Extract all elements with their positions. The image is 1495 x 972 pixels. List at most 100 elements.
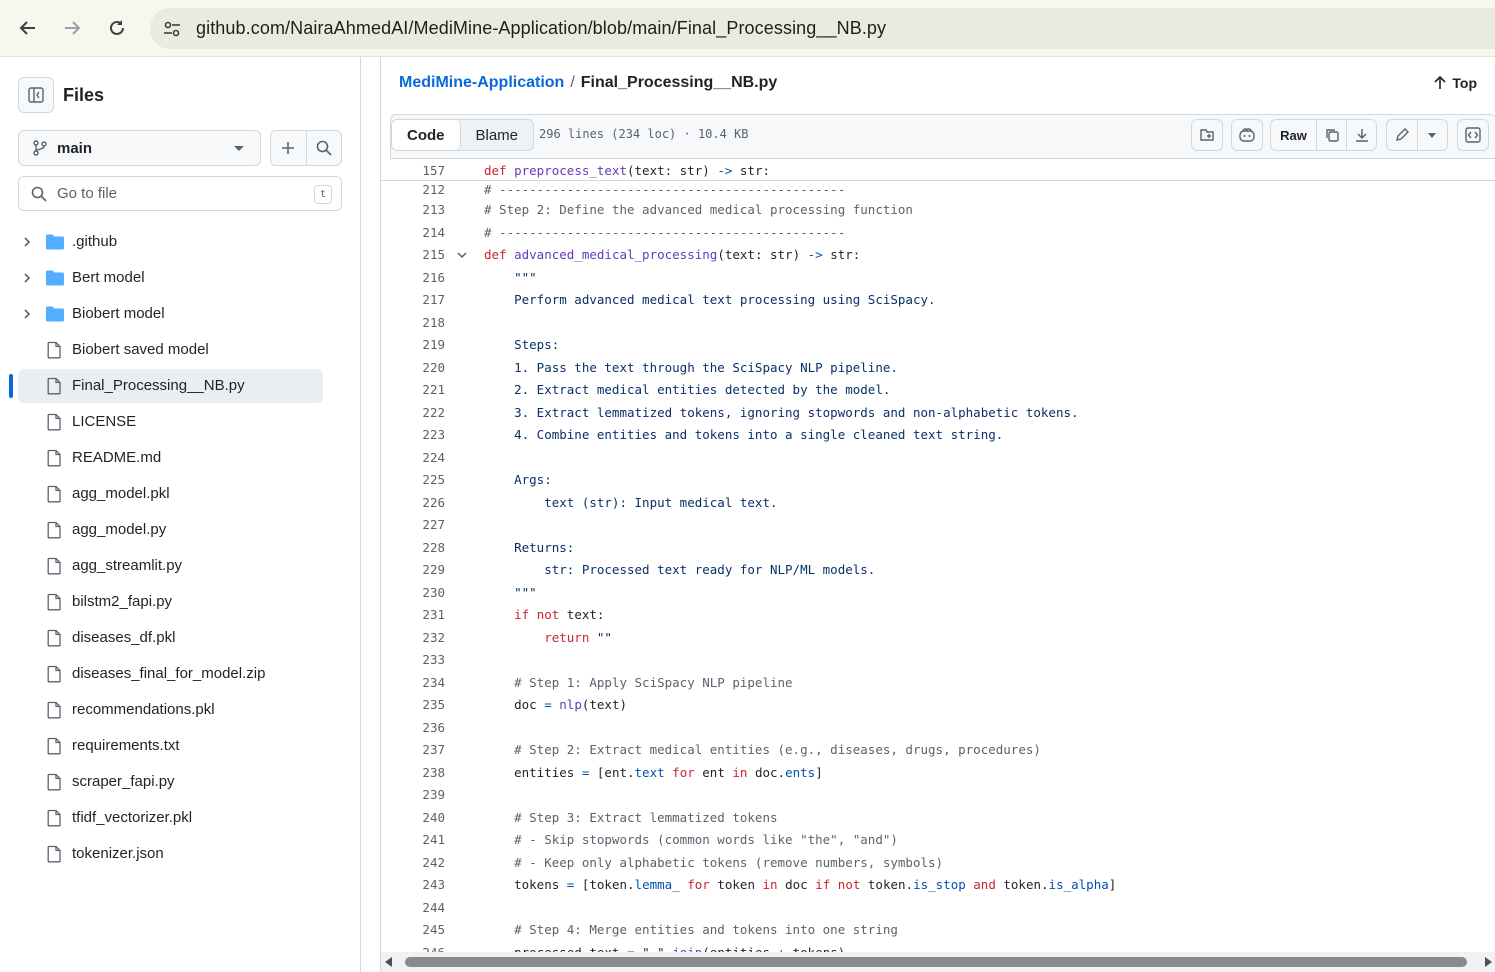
line-number[interactable]: 242	[385, 855, 445, 870]
line-number[interactable]: 238	[385, 765, 445, 780]
code-line: 216 """	[381, 267, 1495, 290]
address-bar[interactable]: github.com/NairaAhmedAI/MediMine-Applica…	[150, 8, 1495, 49]
line-number[interactable]: 230	[385, 585, 445, 600]
tree-file[interactable]: Biobert saved model	[0, 332, 360, 368]
line-number[interactable]: 233	[385, 652, 445, 667]
line-number[interactable]: 220	[385, 360, 445, 375]
line-number[interactable]: 237	[385, 742, 445, 757]
back-button[interactable]	[12, 12, 44, 44]
sticky-scope-header[interactable]: 157 def preprocess_text(text: str) -> str…	[381, 159, 1495, 181]
add-file-button[interactable]	[271, 131, 306, 165]
branch-selector[interactable]: main	[18, 130, 261, 166]
line-number[interactable]: 239	[385, 787, 445, 802]
line-number[interactable]: 225	[385, 472, 445, 487]
collapse-sidebar-button[interactable]	[18, 77, 54, 113]
symbols-panel-button[interactable]	[1457, 119, 1489, 151]
tree-file[interactable]: Final_Processing__NB.py	[0, 368, 360, 404]
tab-code[interactable]: Code	[392, 120, 461, 150]
line-number[interactable]: 229	[385, 562, 445, 577]
tree-file[interactable]: agg_streamlit.py	[0, 548, 360, 584]
tree-file[interactable]: tokenizer.json	[0, 836, 360, 872]
line-number[interactable]: 236	[385, 720, 445, 735]
code-token: # - Keep only alphabetic tokens (remove …	[484, 854, 944, 870]
line-number[interactable]: 213	[385, 202, 445, 217]
tree-file[interactable]: diseases_df.pkl	[0, 620, 360, 656]
code-token: # Step 2: Define the advanced medical pr…	[484, 202, 913, 217]
code-text: Args:	[484, 472, 552, 487]
top-button[interactable]: Top	[1434, 75, 1477, 91]
line-number[interactable]: 212	[385, 182, 445, 197]
tree-file[interactable]: bilstm2_fapi.py	[0, 584, 360, 620]
line-number[interactable]: 245	[385, 922, 445, 937]
code-token: not	[837, 877, 861, 892]
download-button[interactable]	[1346, 120, 1376, 150]
tree-folder[interactable]: .github	[0, 224, 360, 260]
line-number[interactable]: 228	[385, 540, 445, 555]
line-number[interactable]: 215	[385, 247, 445, 262]
line-number[interactable]: 226	[385, 495, 445, 510]
line-number[interactable]: 227	[385, 517, 445, 532]
tree-file[interactable]: LICENSE	[0, 404, 360, 440]
open-in-codespace-button[interactable]	[1191, 119, 1223, 151]
line-number[interactable]: 222	[385, 405, 445, 420]
line-number[interactable]: 217	[385, 292, 445, 307]
line-number[interactable]: 221	[385, 382, 445, 397]
copy-raw-button[interactable]	[1316, 120, 1346, 150]
line-number[interactable]: 234	[385, 675, 445, 690]
tree-file[interactable]: agg_model.py	[0, 512, 360, 548]
line-number[interactable]: 246	[385, 945, 445, 953]
line-number[interactable]: 232	[385, 630, 445, 645]
search-files-button[interactable]	[305, 131, 342, 165]
tab-blame[interactable]: Blame	[461, 120, 534, 150]
line-number[interactable]: 219	[385, 337, 445, 352]
reload-button[interactable]	[101, 12, 133, 44]
line-number[interactable]: 214	[385, 225, 445, 240]
line-number[interactable]: 231	[385, 607, 445, 622]
chevron-right-icon[interactable]	[20, 271, 34, 285]
tree-folder[interactable]: Biobert model	[0, 296, 360, 332]
tree-folder[interactable]: Bert model	[0, 260, 360, 296]
line-number[interactable]: 216	[385, 270, 445, 285]
site-settings-icon[interactable]	[162, 19, 182, 39]
line-number[interactable]: 157	[385, 163, 445, 178]
breadcrumb-repo-link[interactable]: MediMine-Application	[399, 74, 564, 92]
tree-file[interactable]: tfidf_vectorizer.pkl	[0, 800, 360, 836]
line-number[interactable]: 235	[385, 697, 445, 712]
line-number[interactable]: 243	[385, 877, 445, 892]
tree-item-label: agg_streamlit.py	[72, 557, 183, 574]
line-number[interactable]: 218	[385, 315, 445, 330]
line-number[interactable]: 241	[385, 832, 445, 847]
forward-button[interactable]	[56, 12, 88, 44]
tree-file[interactable]: agg_model.pkl	[0, 476, 360, 512]
code-line: 238 entities = [ent.text for ent in doc.…	[381, 762, 1495, 785]
horizontal-scrollbar[interactable]	[381, 952, 1495, 972]
go-to-file-input[interactable]: Go to file t	[18, 176, 342, 211]
tree-file[interactable]: recommendations.pkl	[0, 692, 360, 728]
code-text: doc = nlp(text)	[484, 697, 627, 712]
line-number[interactable]: 244	[385, 900, 445, 915]
edit-options-button[interactable]	[1416, 120, 1447, 150]
fold-chevron-icon[interactable]	[456, 249, 468, 261]
code-text: Returns:	[484, 540, 574, 555]
raw-button[interactable]: Raw	[1271, 120, 1316, 150]
tree-file[interactable]: diseases_final_for_model.zip	[0, 656, 360, 692]
file-move-icon	[1200, 129, 1214, 141]
scroll-left-arrow-icon[interactable]	[385, 957, 392, 967]
scroll-right-arrow-icon[interactable]	[1485, 957, 1492, 967]
edit-button[interactable]	[1387, 120, 1417, 150]
line-number[interactable]: 224	[385, 450, 445, 465]
tree-file[interactable]: requirements.txt	[0, 728, 360, 764]
tree-file[interactable]: README.md	[0, 440, 360, 476]
tree-file[interactable]: scraper_fapi.py	[0, 764, 360, 800]
scrollbar-thumb[interactable]	[405, 957, 1467, 967]
copilot-button[interactable]	[1231, 119, 1263, 151]
reload-icon	[110, 20, 124, 35]
chevron-right-icon[interactable]	[20, 235, 34, 249]
line-number[interactable]: 223	[385, 427, 445, 442]
code-token: ->	[807, 247, 823, 262]
code-text: if not text:	[484, 607, 604, 622]
line-number[interactable]: 240	[385, 810, 445, 825]
code-viewer[interactable]: 157 def preprocess_text(text: str) -> str…	[381, 159, 1495, 952]
code-line: 218	[381, 312, 1495, 335]
chevron-right-icon[interactable]	[20, 307, 34, 321]
